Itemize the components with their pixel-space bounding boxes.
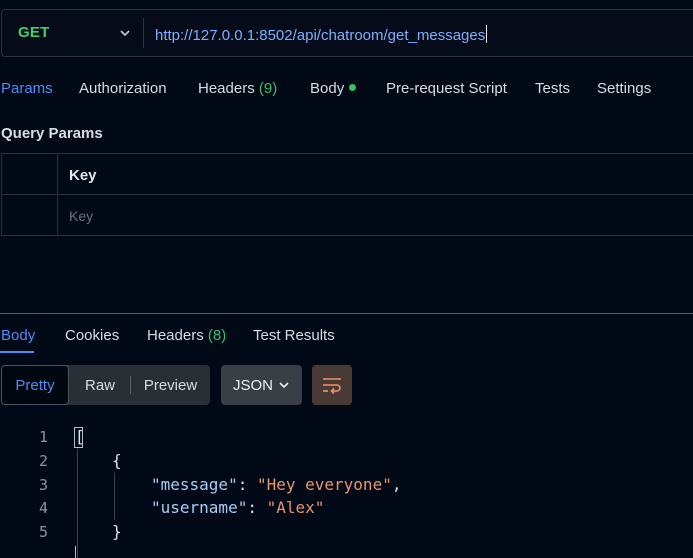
url-separator [143, 18, 144, 48]
tab-params[interactable]: Params [1, 80, 53, 97]
json-open-bracket: [ [75, 427, 85, 446]
response-tab-headers[interactable]: Headers (8) [147, 327, 226, 344]
json-close-brace: } [112, 522, 122, 541]
wrap-lines-icon [323, 378, 341, 395]
param-key-input[interactable]: Key [69, 208, 93, 224]
url-text: http://127.0.0.1:8502/api/chatroom/get_m… [155, 27, 486, 44]
params-table: Key Key [1, 153, 693, 236]
preview-button[interactable]: Preview [131, 365, 210, 405]
format-select[interactable]: JSON [221, 365, 302, 405]
format-label: JSON [232, 376, 273, 394]
json-open-brace: { [112, 451, 122, 470]
active-tab-underline [0, 351, 34, 353]
line-number: 4 [38, 499, 48, 517]
tab-headers[interactable]: Headers (9) [198, 80, 277, 97]
json-key: "message" [151, 475, 238, 494]
line-number: 5 [38, 523, 48, 541]
tab-tests[interactable]: Tests [535, 80, 570, 97]
tab-body-label: Body [310, 80, 345, 97]
body-indicator-dot [349, 84, 357, 91]
response-tab-cookies[interactable]: Cookies [65, 327, 119, 344]
response-tab-headers-label: Headers [147, 327, 204, 344]
tab-body[interactable]: Body [310, 80, 357, 97]
headers-count-badge: (9) [258, 80, 278, 97]
chevron-down-icon[interactable] [118, 26, 132, 40]
json-string-value: "Alex" [266, 498, 325, 517]
text-cursor [486, 25, 488, 43]
indent-guide [114, 473, 115, 520]
pretty-button[interactable]: Pretty [1, 365, 69, 405]
chevron-down-icon [279, 382, 289, 389]
indent-guide [77, 449, 78, 558]
line-number: 1 [38, 428, 48, 446]
tab-prerequest-script[interactable]: Pre-request Script [386, 80, 507, 97]
column-header-key: Key [69, 167, 97, 184]
wrap-lines-button[interactable] [312, 365, 352, 405]
table-divider [2, 194, 693, 195]
line-number: 3 [38, 476, 48, 494]
tab-authorization[interactable]: Authorization [79, 80, 167, 97]
line-number-partial [0, 546, 48, 558]
method-select[interactable]: GET [18, 24, 49, 41]
json-string-value: "Hey everyone" [256, 475, 392, 494]
panel-divider[interactable] [0, 313, 693, 314]
response-headers-count-badge: (8) [207, 327, 227, 344]
raw-button[interactable]: Raw [70, 365, 130, 405]
query-params-title: Query Params [1, 125, 103, 142]
tab-headers-label: Headers [198, 80, 255, 97]
json-close-bracket-partial [75, 546, 85, 558]
table-column-divider [57, 154, 58, 235]
json-key: "username" [151, 498, 248, 517]
url-input[interactable]: http://127.0.0.1:8502/api/chatroom/get_m… [155, 25, 488, 44]
tab-settings[interactable]: Settings [597, 80, 651, 97]
json-line-message: "message": "Hey everyone", [151, 475, 402, 494]
line-number: 2 [38, 452, 48, 470]
response-tab-test-results[interactable]: Test Results [253, 327, 335, 344]
response-tab-body[interactable]: Body [1, 327, 35, 344]
json-line-username: "username": "Alex" [151, 498, 325, 517]
